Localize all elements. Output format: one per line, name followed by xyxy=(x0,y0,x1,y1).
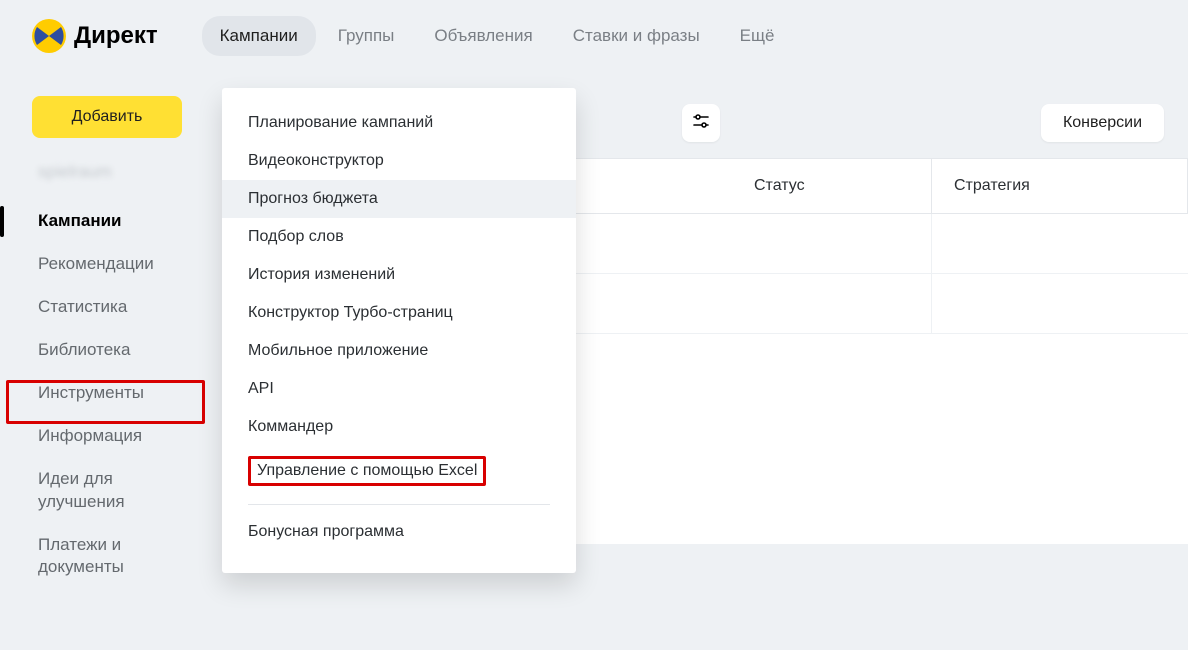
account-name-blurred: spielraum xyxy=(38,162,206,182)
sidebar-item-recs[interactable]: Рекомендации xyxy=(12,243,206,286)
sidebar-item-payments[interactable]: Платежи и документы xyxy=(12,524,206,590)
dd-words[interactable]: Подбор слов xyxy=(222,218,576,256)
sidebar-item-campaigns[interactable]: Кампании xyxy=(12,200,206,243)
cell-strategy xyxy=(932,274,1188,333)
yandex-direct-logo-icon xyxy=(32,19,66,53)
sidebar-item-tools[interactable]: Инструменты xyxy=(12,372,206,415)
conversions-button[interactable]: Конверсии xyxy=(1041,104,1164,142)
column-header-strategy[interactable]: Стратегия xyxy=(932,159,1188,213)
dd-mobile[interactable]: Мобильное приложение xyxy=(222,332,576,370)
tab-ads[interactable]: Объявления xyxy=(416,16,550,56)
header: Директ Кампании Группы Объявления Ставки… xyxy=(0,0,1188,76)
annotation-highlight-excel: Управление с помощью Excel xyxy=(248,456,486,486)
tools-dropdown: Планирование кампаний Видеоконструктор П… xyxy=(222,88,576,573)
dd-turbo[interactable]: Конструктор Турбо-страниц xyxy=(222,294,576,332)
dd-commander[interactable]: Коммандер xyxy=(222,408,576,446)
logo: Директ xyxy=(32,19,158,53)
cell-strategy xyxy=(932,214,1188,273)
add-button[interactable]: Добавить xyxy=(32,96,182,138)
column-header-status[interactable]: Статус xyxy=(732,159,932,213)
tab-campaigns[interactable]: Кампании xyxy=(202,16,316,56)
sidebar-item-info[interactable]: Информация xyxy=(12,415,206,458)
dd-video[interactable]: Видеоконструктор xyxy=(222,142,576,180)
logo-text: Директ xyxy=(74,22,158,50)
sidebar: Добавить spielraum Кампании Рекомендации… xyxy=(0,88,206,589)
tab-more[interactable]: Ещё xyxy=(722,16,793,56)
sidebar-item-stats[interactable]: Статистика xyxy=(12,286,206,329)
dd-api[interactable]: API xyxy=(222,370,576,408)
tab-bids[interactable]: Ставки и фразы xyxy=(555,16,718,56)
dd-budget[interactable]: Прогноз бюджета xyxy=(222,180,576,218)
sidebar-item-library[interactable]: Библиотека xyxy=(12,329,206,372)
dropdown-divider xyxy=(248,504,550,505)
cell-status xyxy=(732,214,932,273)
top-tabs: Кампании Группы Объявления Ставки и фраз… xyxy=(202,16,793,56)
dd-bonus[interactable]: Бонусная программа xyxy=(222,513,576,551)
tab-groups[interactable]: Группы xyxy=(320,16,413,56)
settings-sliders-icon xyxy=(692,112,710,135)
dd-history[interactable]: История изменений xyxy=(222,256,576,294)
settings-button[interactable] xyxy=(682,104,720,142)
dd-excel[interactable]: Управление с помощью Excel xyxy=(222,446,576,496)
sidebar-item-ideas[interactable]: Идеи для улучшения xyxy=(12,458,206,524)
dd-plan[interactable]: Планирование кампаний xyxy=(222,104,576,142)
cell-status xyxy=(732,274,932,333)
